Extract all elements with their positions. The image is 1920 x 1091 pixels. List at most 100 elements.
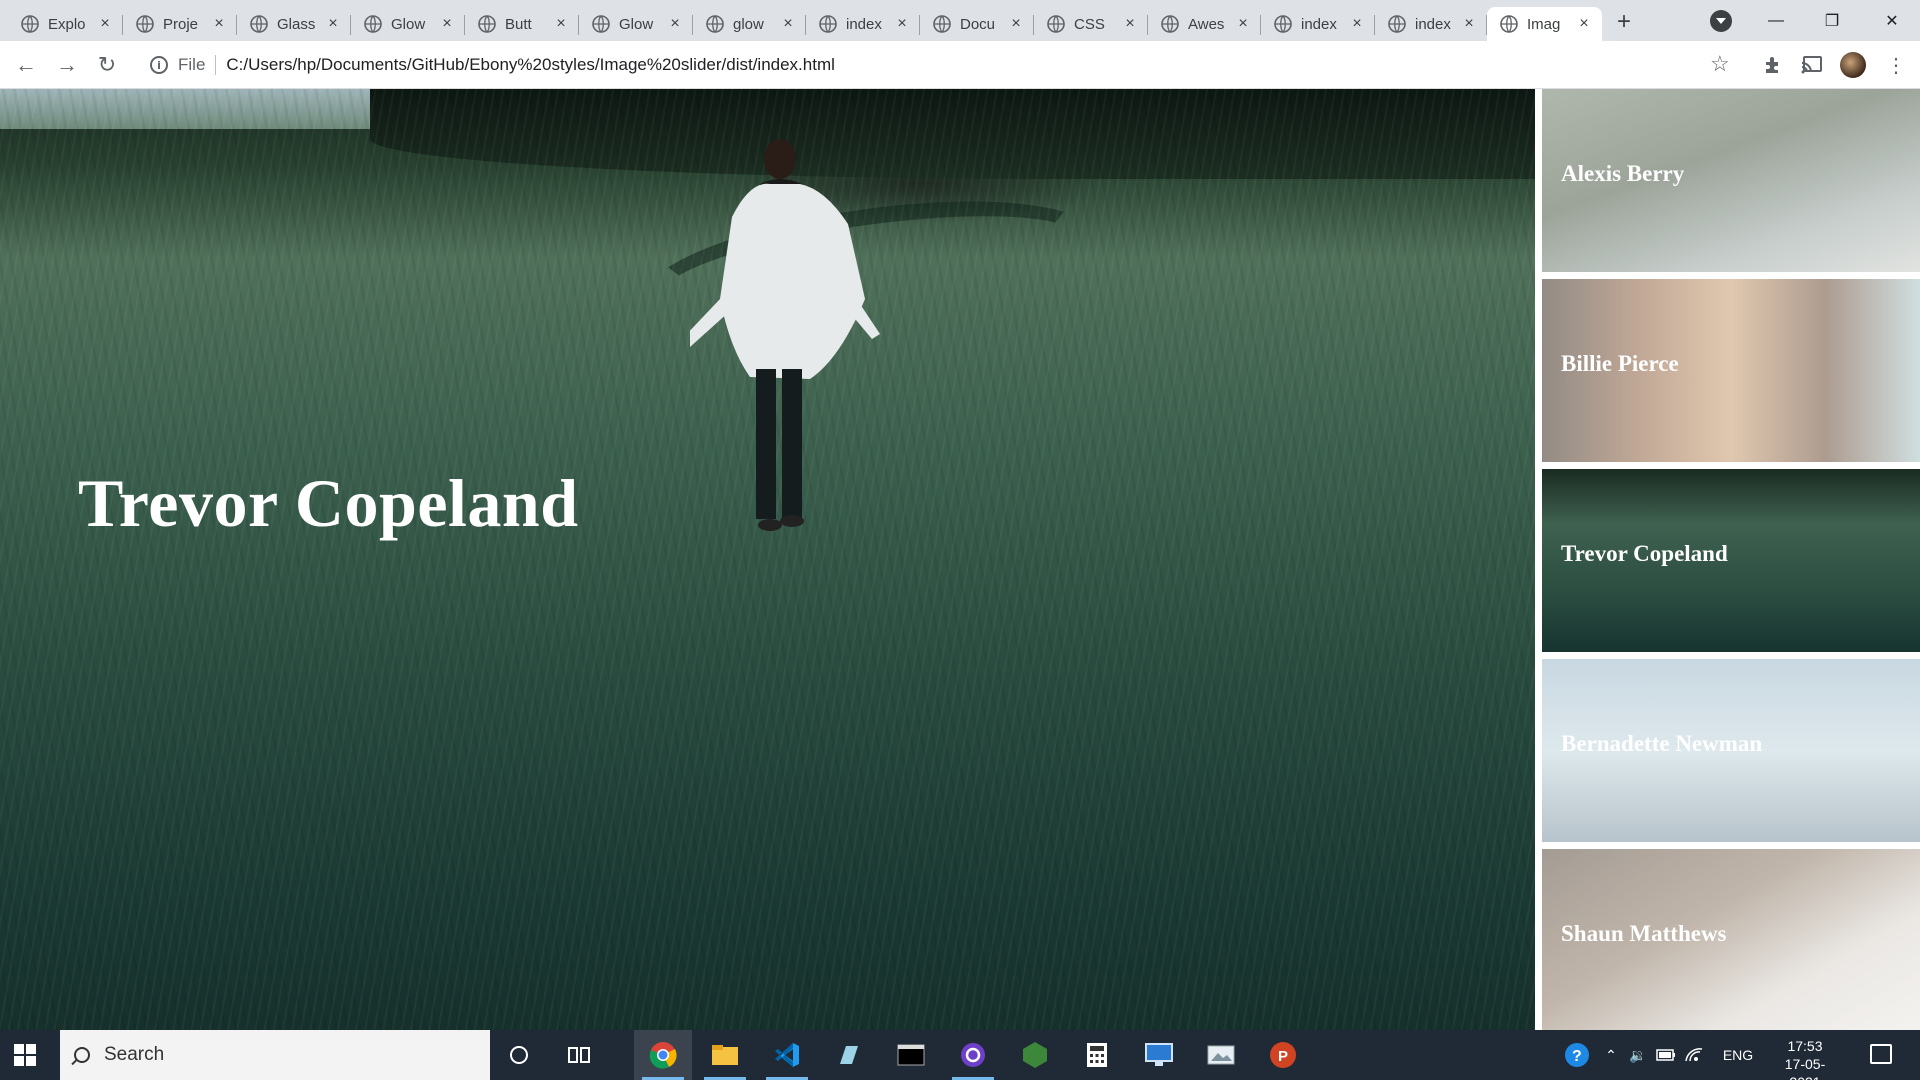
- browser-tab-label: Docu: [960, 15, 996, 33]
- globe-icon: [932, 14, 952, 34]
- close-tab-icon[interactable]: ×: [325, 15, 341, 32]
- browser-tab-label: Butt: [505, 15, 532, 33]
- browser-tab[interactable]: Imag ×: [1487, 7, 1602, 41]
- vscode-icon[interactable]: [758, 1030, 816, 1080]
- thumbnail-trevor-copeland[interactable]: Trevor Copeland: [1542, 469, 1920, 652]
- browser-tab[interactable]: index ×: [1261, 7, 1375, 41]
- browser-tab[interactable]: index ×: [806, 7, 920, 41]
- browser-tab-label: CSS: [1074, 15, 1105, 33]
- globe-icon: [818, 14, 838, 34]
- extensions-icon[interactable]: [1760, 53, 1784, 77]
- browser-tab[interactable]: Awes ×: [1148, 7, 1261, 41]
- chrome-icon[interactable]: [634, 1030, 692, 1080]
- close-tab-icon[interactable]: ×: [1461, 15, 1477, 32]
- calculator-icon[interactable]: [1068, 1030, 1126, 1080]
- minimize-icon[interactable]: —: [1748, 0, 1804, 41]
- github-desktop-icon[interactable]: [944, 1030, 1002, 1080]
- close-tab-icon[interactable]: ×: [553, 15, 569, 32]
- photos-icon[interactable]: [1192, 1030, 1250, 1080]
- browser-tab[interactable]: CSS ×: [1034, 7, 1148, 41]
- wifi-icon[interactable]: [1682, 1030, 1706, 1080]
- thumbnail-bernadette-newman[interactable]: Bernadette Newman: [1542, 659, 1920, 842]
- browser-tab-label: Awes: [1188, 15, 1225, 33]
- file-explorer-icon[interactable]: [696, 1030, 754, 1080]
- close-tab-icon[interactable]: ×: [780, 15, 796, 32]
- browser-tab[interactable]: Butt ×: [465, 7, 579, 41]
- notifications-icon[interactable]: [1870, 1044, 1892, 1064]
- thumbnail-name: Billie Pierce: [1561, 351, 1679, 376]
- taskbar-search-box[interactable]: Search: [60, 1030, 490, 1080]
- thumbnail-name: Trevor Copeland: [1561, 541, 1728, 566]
- back-icon[interactable]: ←: [12, 51, 40, 79]
- task-view-icon[interactable]: [550, 1030, 608, 1080]
- thumbnail-billie-pierce[interactable]: Billie Pierce: [1542, 279, 1920, 462]
- globe-icon: [1273, 14, 1293, 34]
- bookmark-star-icon[interactable]: ☆: [1710, 51, 1730, 77]
- cortana-icon[interactable]: [490, 1030, 548, 1080]
- windows-start-icon[interactable]: [14, 1044, 36, 1066]
- menu-kebab-icon[interactable]: ⋮: [1886, 53, 1906, 78]
- close-tab-icon[interactable]: ×: [667, 15, 683, 32]
- site-info-icon[interactable]: i: [150, 56, 168, 74]
- paint-tool-icon[interactable]: [820, 1030, 878, 1080]
- taskbar-search-placeholder: Search: [104, 1044, 165, 1065]
- browser-tab[interactable]: Docu ×: [920, 7, 1034, 41]
- profile-avatar[interactable]: [1840, 52, 1866, 78]
- browser-tab[interactable]: index ×: [1375, 7, 1487, 41]
- browser-tab[interactable]: Glow ×: [351, 7, 465, 41]
- page-viewport: Trevor Copeland Alexis Berry Billie Pier…: [0, 89, 1920, 1030]
- thumbnail-alexis-berry[interactable]: Alexis Berry: [1542, 89, 1920, 272]
- battery-icon[interactable]: [1654, 1030, 1678, 1080]
- browser-tab[interactable]: glow ×: [693, 7, 806, 41]
- hero-image: Trevor Copeland: [0, 89, 1535, 1030]
- remote-desktop-icon[interactable]: [1130, 1030, 1188, 1080]
- browser-tab-label: index: [1301, 15, 1337, 33]
- forward-icon[interactable]: →: [53, 51, 81, 79]
- reload-icon[interactable]: ↻: [93, 51, 121, 79]
- browser-tab[interactable]: Proje ×: [123, 7, 237, 41]
- chevron-up-icon[interactable]: ⌃: [1600, 1030, 1622, 1080]
- close-tab-icon[interactable]: ×: [1122, 15, 1138, 32]
- terminal-icon[interactable]: [882, 1030, 940, 1080]
- clock-date: 17-05-2021: [1784, 1056, 1826, 1090]
- thumbnail-name: Alexis Berry: [1561, 161, 1685, 186]
- language-indicator[interactable]: ENG: [1718, 1030, 1758, 1080]
- new-tab-button[interactable]: +: [1610, 8, 1638, 36]
- address-bar[interactable]: i File C:/Users/hp/Documents/GitHub/Ebon…: [138, 48, 1744, 82]
- scheme-label: File: [178, 55, 206, 74]
- close-window-icon[interactable]: ✕: [1864, 0, 1920, 41]
- close-tab-icon[interactable]: ×: [97, 15, 113, 32]
- browser-toolbar: ← → ↻ i File C:/Users/hp/Documents/GitHu…: [0, 41, 1920, 89]
- volume-icon[interactable]: 🔉: [1626, 1030, 1650, 1080]
- divider: [215, 55, 217, 75]
- thumbnail-name: Bernadette Newman: [1561, 731, 1763, 756]
- globe-icon: [1499, 14, 1519, 34]
- close-tab-icon[interactable]: ×: [439, 15, 455, 32]
- close-tab-icon[interactable]: ×: [894, 15, 910, 32]
- search-icon: [74, 1047, 90, 1063]
- url-text[interactable]: C:/Users/hp/Documents/GitHub/Ebony%20sty…: [226, 55, 835, 75]
- close-tab-icon[interactable]: ×: [1235, 15, 1251, 32]
- globe-icon: [1387, 14, 1407, 34]
- browser-tab[interactable]: Glow ×: [579, 7, 693, 41]
- close-tab-icon[interactable]: ×: [1349, 15, 1365, 32]
- close-tab-icon[interactable]: ×: [211, 15, 227, 32]
- browser-tab[interactable]: Glass ×: [237, 7, 351, 41]
- svg-text:?: ?: [1572, 1048, 1582, 1065]
- nodejs-icon[interactable]: [1006, 1030, 1064, 1080]
- globe-icon: [135, 14, 155, 34]
- cast-icon[interactable]: [1800, 53, 1824, 77]
- restore-icon[interactable]: ❐: [1804, 0, 1860, 41]
- browser-tab[interactable]: Explo ×: [8, 7, 123, 41]
- thumbnail-shaun-matthews[interactable]: Shaun Matthews: [1542, 849, 1920, 1030]
- browser-tab-label: Imag: [1527, 15, 1561, 33]
- powerpoint-icon[interactable]: P: [1254, 1030, 1312, 1080]
- close-tab-icon[interactable]: ×: [1008, 15, 1024, 32]
- browser-tab-label: Glow: [619, 15, 654, 33]
- close-tab-icon[interactable]: ×: [1576, 15, 1592, 32]
- browser-tab-label: Glass: [277, 15, 315, 33]
- system-clock[interactable]: 17:53 17-05-2021: [1770, 1037, 1840, 1091]
- help-icon[interactable]: ?: [1560, 1030, 1594, 1080]
- tab-search-icon[interactable]: [1710, 10, 1732, 32]
- browser-tab-label: Explo: [48, 15, 86, 33]
